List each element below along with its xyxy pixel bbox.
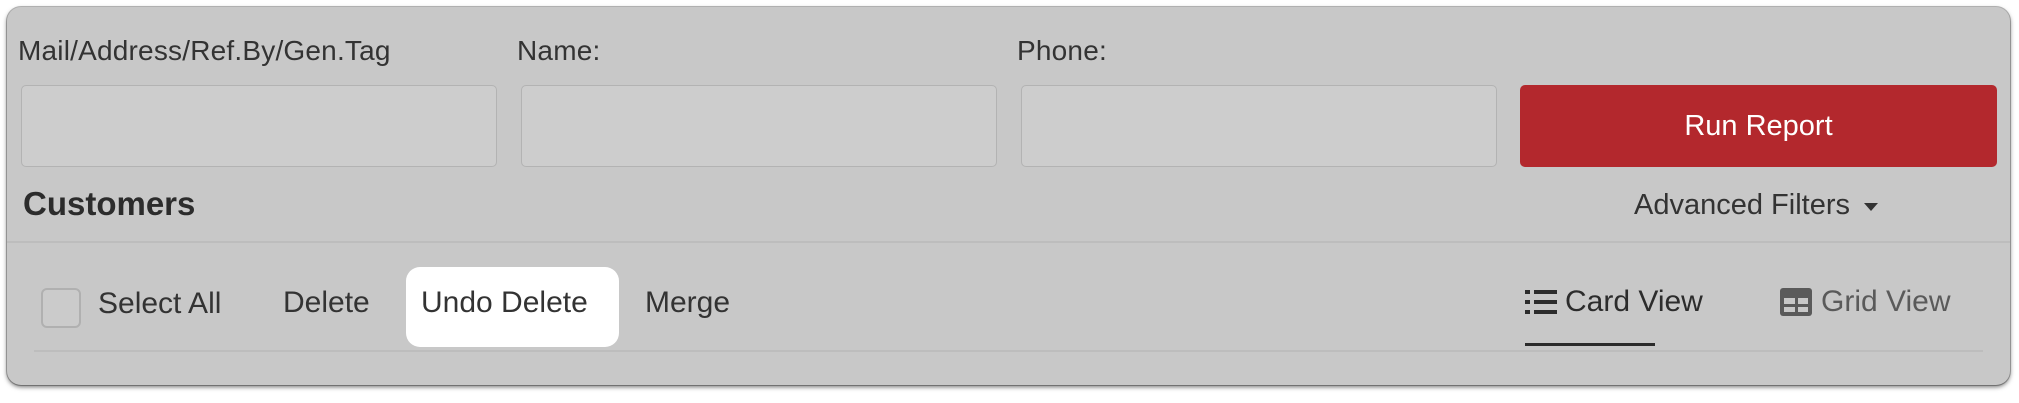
grid-icon: [1780, 288, 1812, 316]
caret-down-icon: [1864, 202, 1878, 211]
select-all-label[interactable]: Select All: [98, 287, 221, 321]
tab-card-view[interactable]: Card View: [1525, 285, 1703, 319]
name-label: Name:: [517, 35, 601, 66]
page-title: Customers: [23, 185, 196, 222]
run-report-button[interactable]: Run Report: [1520, 85, 1997, 167]
run-report-label: Run Report: [1684, 109, 1833, 142]
delete-button[interactable]: Delete: [283, 286, 370, 320]
grid-view-label: Grid View: [1821, 285, 1951, 318]
tab-grid-view[interactable]: Grid View: [1779, 285, 1951, 319]
select-all-checkbox[interactable]: [41, 288, 81, 328]
customer-search-panel: Mail/Address/Ref.By/Gen.Tag Name: Phone:…: [7, 7, 2010, 385]
card-view-label: Card View: [1565, 285, 1703, 318]
list-icon: [1525, 290, 1557, 314]
phone-label: Phone:: [1017, 35, 1107, 66]
advanced-filters-label: Advanced Filters: [1634, 189, 1850, 221]
active-tab-indicator: [1525, 343, 1655, 346]
phone-input[interactable]: [1021, 85, 1497, 167]
undo-delete-button[interactable]: Undo Delete: [421, 286, 588, 320]
mail-address-label: Mail/Address/Ref.By/Gen.Tag: [18, 35, 391, 66]
merge-button[interactable]: Merge: [645, 286, 730, 320]
advanced-filters-toggle[interactable]: Advanced Filters: [1634, 189, 1878, 222]
name-input[interactable]: [521, 85, 997, 167]
mail-address-input[interactable]: [21, 85, 497, 167]
toolbar-bottom-border: [34, 350, 1983, 352]
section-divider: [7, 241, 2010, 243]
